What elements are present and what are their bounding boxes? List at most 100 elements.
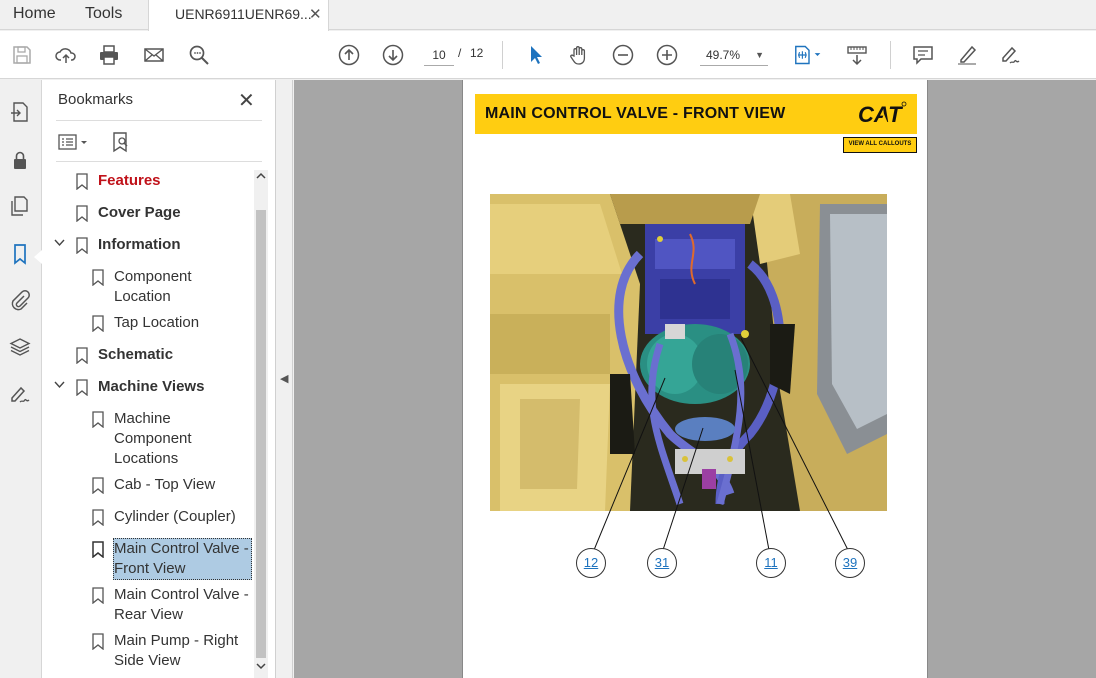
bookmark-icon <box>76 173 88 190</box>
menu-bar: Home Tools UENR6911UENR69... ✕ <box>0 0 1096 31</box>
page-fit-icon[interactable] <box>791 43 827 67</box>
layers-icon[interactable] <box>8 335 32 359</box>
bookmark-options-button[interactable] <box>58 131 88 153</box>
search-zoom-icon[interactable] <box>187 43 211 67</box>
bookmark-label: Cab - Top View <box>114 476 216 493</box>
chevron-down-icon: ▼ <box>755 50 764 60</box>
document-tab-title[interactable]: UENR6911UENR69... <box>175 6 312 22</box>
bookmark-search-icon <box>113 132 128 153</box>
main-toolbar: 10 / 12 49.7% ▼ <box>0 31 1096 79</box>
bookmark-label-line1: Main Pump - Right <box>114 632 239 649</box>
scroll-down-icon[interactable] <box>254 662 268 676</box>
save-icon[interactable] <box>10 43 34 67</box>
bookmark-icon <box>92 541 104 558</box>
bookmarks-toolbar <box>56 120 262 162</box>
page-total: 12 <box>470 46 484 60</box>
bookmark-panel-icon[interactable] <box>8 242 32 266</box>
bookmark-icon <box>92 411 104 428</box>
page-number-input[interactable]: 10 <box>424 44 454 66</box>
bookmark-icon <box>92 587 104 604</box>
bookmark-label-line1: Machine <box>114 410 171 427</box>
bookmark-label: Tap Location <box>114 314 200 331</box>
bookmark-label-line1: Main Control Valve - <box>114 540 249 557</box>
page-thumbnails-icon[interactable] <box>8 194 32 218</box>
page-title: MAIN CONTROL VALVE - FRONT VIEW <box>485 105 786 122</box>
collapse-left-icon[interactable]: ◀ <box>280 372 288 385</box>
bookmark-icon <box>92 509 104 526</box>
bookmark-label: Features <box>98 172 161 189</box>
bookmark-label: Information <box>98 236 181 253</box>
next-page-icon[interactable] <box>381 43 405 67</box>
close-tab-icon[interactable]: ✕ <box>309 5 322 23</box>
cat-logo: CAT <box>858 101 907 127</box>
bookmark-label-line1: Main Control Valve - <box>114 586 249 603</box>
export-pdf-icon[interactable] <box>8 100 32 124</box>
bookmark-label: Machine Views <box>98 378 205 395</box>
zoom-level-value: 49.7% <box>706 48 741 62</box>
chevron-down-icon[interactable] <box>54 379 66 393</box>
new-bookmark-button[interactable] <box>110 131 132 153</box>
bookmarks-panel-title: Bookmarks <box>58 91 134 108</box>
bookmarks-scrollbar[interactable] <box>254 170 268 678</box>
cloud-upload-icon[interactable] <box>54 43 78 67</box>
bookmark-label-line2: Side View <box>114 652 181 669</box>
zoom-out-icon[interactable] <box>611 43 635 67</box>
menu-tools[interactable]: Tools <box>85 5 122 23</box>
bookmark-label-line3: Locations <box>114 450 179 467</box>
signatures-icon[interactable] <box>8 382 32 406</box>
bookmark-label-line1: Component <box>114 268 192 285</box>
options-list-icon <box>58 134 87 150</box>
menu-home[interactable]: Home <box>13 5 56 23</box>
bookmark-icon <box>76 347 88 364</box>
bookmark-icon <box>92 269 104 286</box>
callout-39[interactable]: 39 <box>835 548 865 578</box>
bookmarks-tree: Features Cover Page Information Componen… <box>42 170 254 678</box>
zoom-in-icon[interactable] <box>655 43 679 67</box>
lock-icon[interactable] <box>8 148 32 172</box>
close-icon[interactable]: ✕ <box>238 88 255 113</box>
view-all-callouts-button[interactable]: VIEW ALL CALLOUTS <box>843 137 917 153</box>
comment-icon[interactable] <box>911 43 935 67</box>
bookmark-label: Schematic <box>98 346 174 363</box>
callout-12[interactable]: 12 <box>576 548 606 578</box>
sign-icon[interactable] <box>999 43 1023 67</box>
bookmark-icon <box>76 379 88 396</box>
active-panel-indicator <box>34 250 42 264</box>
page-banner: MAIN CONTROL VALVE - FRONT VIEW CAT <box>475 94 917 134</box>
left-tool-rail <box>0 80 42 678</box>
bookmark-label-line2: Location <box>114 288 171 305</box>
zoom-level-select[interactable]: 49.7% ▼ <box>700 44 768 66</box>
bookmark-icon <box>76 237 88 254</box>
hand-tool-icon[interactable] <box>567 43 591 67</box>
previous-page-icon[interactable] <box>337 43 361 67</box>
page-separator: / <box>458 46 462 60</box>
panel-collapse-handle[interactable]: ◀ <box>276 80 293 678</box>
highlight-pen-icon[interactable] <box>955 43 979 67</box>
bookmark-icon <box>92 477 104 494</box>
scroll-up-icon[interactable] <box>254 172 268 186</box>
control-valve-photo <box>490 194 887 511</box>
bookmark-icon <box>92 633 104 650</box>
print-icon[interactable] <box>97 43 121 67</box>
bookmark-icon <box>76 205 88 222</box>
bookmarks-panel: Bookmarks ✕ Features Cover Page Informat… <box>42 80 276 678</box>
callout-31[interactable]: 31 <box>647 548 677 578</box>
bookmark-label: Cover Page <box>98 204 181 221</box>
pdf-page: MAIN CONTROL VALVE - FRONT VIEW CAT VIEW… <box>462 80 928 678</box>
email-icon[interactable] <box>142 43 166 67</box>
toolbar-divider <box>502 41 503 69</box>
bookmark-label-line2: Component <box>114 430 192 447</box>
toolbar-divider <box>890 41 891 69</box>
bookmark-label: Cylinder (Coupler) <box>114 508 236 525</box>
scrolling-mode-icon[interactable] <box>845 43 869 67</box>
scroll-thumb[interactable] <box>256 210 266 658</box>
bookmark-icon <box>92 315 104 332</box>
document-viewport[interactable]: MAIN CONTROL VALVE - FRONT VIEW CAT VIEW… <box>294 80 1096 678</box>
document-tab[interactable]: UENR6911UENR69... ✕ <box>148 0 329 31</box>
attachment-icon[interactable] <box>8 288 32 312</box>
chevron-down-icon[interactable] <box>54 237 66 251</box>
callout-11[interactable]: 11 <box>756 548 786 578</box>
select-cursor-icon[interactable] <box>523 43 547 67</box>
bookmark-label-line2: Front View <box>114 560 186 577</box>
bookmark-label-line2: Rear View <box>114 606 183 623</box>
